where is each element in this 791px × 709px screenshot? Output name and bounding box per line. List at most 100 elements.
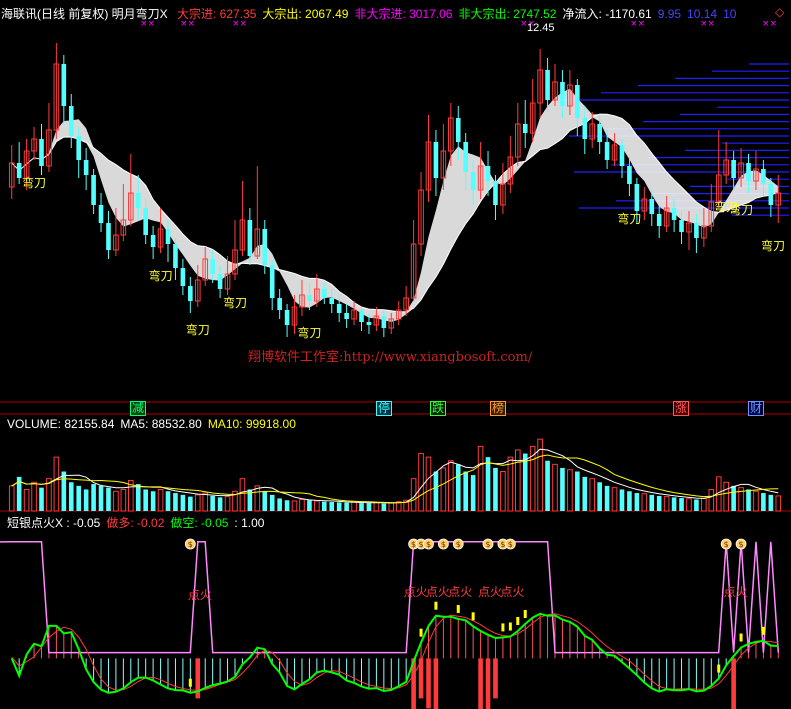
candle-body bbox=[671, 208, 677, 220]
volume-bar bbox=[619, 489, 625, 511]
volume-header-item: MA10: 99918.00 bbox=[207, 417, 296, 431]
candle-body bbox=[83, 160, 89, 175]
wandao-label: 弯刀 bbox=[185, 323, 210, 337]
volume-bar bbox=[31, 481, 37, 512]
candle-body bbox=[91, 175, 96, 205]
volume-bar bbox=[708, 488, 715, 512]
candle-body bbox=[470, 172, 476, 190]
volume-bar bbox=[91, 484, 96, 511]
ignite-label: 点火 bbox=[448, 585, 473, 599]
volume-bar bbox=[649, 494, 655, 511]
candle-body bbox=[731, 160, 736, 178]
indicator-header: 短银点火X : -0.05 做多: -0.02 做空: -0.05: 1.00 bbox=[1, 514, 264, 531]
volume-bar bbox=[589, 478, 596, 512]
volume-bar bbox=[433, 471, 439, 511]
signal-marker: ×× bbox=[762, 19, 777, 29]
event-badge[interactable]: 停 bbox=[376, 401, 393, 416]
volume-bar bbox=[485, 457, 491, 511]
wandao-label: 弯刀 bbox=[148, 269, 173, 283]
volume-bar bbox=[143, 489, 148, 511]
candle-body bbox=[627, 166, 632, 184]
volume-bar bbox=[493, 467, 498, 511]
candle-body bbox=[575, 85, 580, 118]
volume-bar bbox=[157, 488, 164, 512]
ignite-spike bbox=[426, 658, 431, 709]
volume-bar bbox=[373, 501, 380, 512]
volume-ma10-line bbox=[11, 454, 779, 504]
volume-bar bbox=[210, 495, 215, 511]
volume-bar bbox=[575, 471, 580, 511]
volume-bar bbox=[135, 484, 141, 511]
candle-body bbox=[262, 229, 268, 265]
candle-body bbox=[359, 310, 364, 322]
indicator-header-item: 短银点火X : -0.05 bbox=[7, 516, 101, 530]
candle-body bbox=[210, 259, 215, 274]
candle-body bbox=[366, 322, 372, 325]
wandao-label: 弯刀 bbox=[222, 296, 247, 310]
candle-body bbox=[545, 70, 550, 100]
coin-marker-glyph: $ bbox=[419, 540, 424, 549]
volume-bar bbox=[775, 495, 782, 512]
volume-bar bbox=[440, 467, 447, 512]
volume-bar bbox=[277, 498, 282, 511]
candle-body bbox=[694, 223, 699, 238]
event-badge[interactable]: 减 bbox=[130, 401, 147, 416]
main-header-values: 大宗进: 627.35 大宗出: 2067.49 非大宗进: 3017.06 非大宗出… bbox=[171, 7, 736, 21]
signal-tick bbox=[501, 623, 505, 632]
coin-marker-glyph: $ bbox=[411, 540, 416, 549]
volume-bar bbox=[329, 502, 335, 511]
candle-body bbox=[180, 268, 186, 286]
ignite-label: 点火 bbox=[425, 585, 450, 599]
volume-bar bbox=[173, 493, 178, 511]
volume-bar bbox=[106, 487, 111, 511]
main-header-item: 10.14 bbox=[687, 7, 718, 21]
volume-bar bbox=[663, 496, 670, 512]
event-badge[interactable]: 财 bbox=[748, 401, 765, 416]
volume-bar bbox=[98, 485, 104, 511]
coin-marker-glyph: $ bbox=[500, 540, 505, 549]
ignite-label: 点火 bbox=[403, 585, 428, 599]
signal-tick bbox=[471, 612, 475, 621]
coin-marker-glyph: $ bbox=[426, 540, 431, 549]
volume-bar bbox=[679, 498, 684, 511]
volume-bar bbox=[582, 476, 588, 511]
volume-bar bbox=[307, 500, 312, 511]
ignite-spike bbox=[485, 658, 491, 709]
volume-bar bbox=[768, 494, 774, 511]
signal-tick bbox=[761, 626, 765, 635]
wandao-label: 弯刀 bbox=[617, 212, 642, 226]
candle-body bbox=[433, 142, 439, 178]
chart-marker-icon: ◇ bbox=[775, 5, 785, 19]
volume-bar bbox=[552, 463, 558, 512]
event-badge[interactable]: 涨 bbox=[673, 401, 690, 416]
signal-tick bbox=[456, 605, 460, 614]
volume-bar bbox=[545, 460, 550, 511]
volume-bar bbox=[202, 492, 209, 512]
coin-marker-glyph: $ bbox=[456, 540, 461, 549]
main-header-item: 9.95 bbox=[657, 7, 682, 21]
volume-bar bbox=[359, 503, 364, 511]
volume-bar bbox=[701, 497, 707, 512]
volume-bar bbox=[165, 491, 171, 511]
volume-bar bbox=[507, 456, 514, 512]
volume-bar bbox=[425, 456, 432, 512]
event-badge[interactable]: 跌 bbox=[430, 401, 447, 416]
ignite-label: 点火 bbox=[187, 588, 212, 602]
ignite-label: 点火 bbox=[478, 585, 503, 599]
candle-body bbox=[560, 82, 565, 106]
candle-body bbox=[455, 118, 461, 142]
event-badge[interactable]: 榜 bbox=[490, 401, 507, 416]
candle-body bbox=[768, 184, 774, 205]
candle-body bbox=[284, 310, 290, 325]
indicator-header-item: 做多: -0.02 bbox=[106, 516, 165, 530]
coin-marker-glyph: $ bbox=[724, 540, 729, 549]
volume-bar bbox=[83, 489, 89, 511]
volume-bar bbox=[224, 496, 231, 512]
candle-body bbox=[656, 214, 662, 226]
candle-body bbox=[381, 316, 387, 328]
volume-bar bbox=[634, 493, 640, 511]
volume-bar bbox=[611, 487, 618, 512]
volume-bar bbox=[455, 464, 461, 511]
volume-bar bbox=[463, 471, 469, 511]
candle-body bbox=[150, 235, 156, 247]
